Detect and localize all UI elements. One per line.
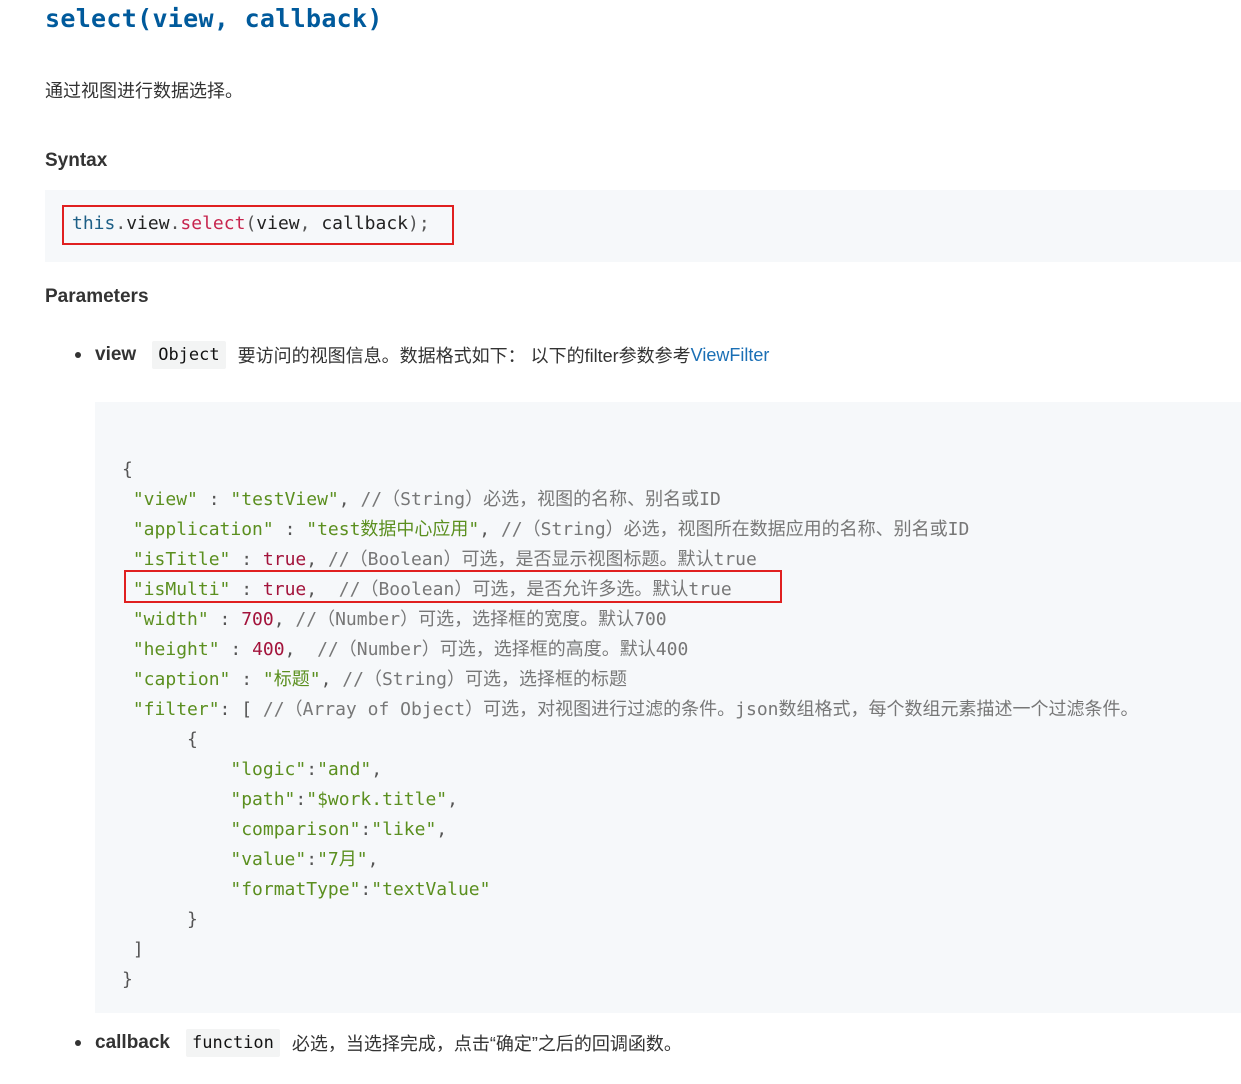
code-line: "logic":"and", — [230, 759, 383, 780]
method-description: 通过视图进行数据选择。 — [45, 81, 243, 101]
code-line: "value":"7月", — [230, 849, 379, 870]
code-line: { — [187, 729, 198, 750]
param-name: callback — [95, 1032, 170, 1053]
page-title: select(view, callback) — [45, 4, 383, 33]
ismulti-highlight-box — [124, 570, 782, 603]
param-view: view Object 要访问的视图信息。数据格式如下： 以下的filter参数… — [75, 337, 769, 373]
code-line: "comparison":"like", — [230, 819, 448, 840]
code-line: "isTitle" : true, //（Boolean）可选，是否显示视图标题… — [132, 549, 757, 570]
code-brace: } — [122, 969, 133, 990]
param-type: Object — [152, 341, 226, 369]
code-line: "application" : "test数据中心应用", //（String）… — [132, 519, 970, 540]
viewfilter-link[interactable]: ViewFilter — [691, 345, 770, 366]
code-line: "caption" : "标题", //（String）可选，选择框的标题 — [132, 669, 627, 690]
syntax-highlight-box — [62, 205, 454, 245]
param-type: function — [186, 1029, 280, 1057]
code-line: "view" : "testView", //（String）必选，视图的名称、… — [132, 489, 721, 510]
code-line: "filter": [ //（Array of Object）可选，对视图进行过… — [132, 699, 1139, 720]
syntax-heading: Syntax — [45, 150, 108, 171]
code-brace: { — [122, 459, 133, 480]
code-line: "height" : 400, //（Number）可选，选择框的高度。默认40… — [132, 639, 689, 660]
code-content: { "view" : "testView", //（String）必选，视图的名… — [122, 455, 1139, 995]
code-line: } — [187, 909, 198, 930]
param-description: 要访问的视图信息。数据格式如下： 以下的filter参数参考 — [237, 346, 691, 366]
code-line: "formatType":"textValue" — [230, 879, 491, 900]
code-line: "path":"$work.title", — [230, 789, 458, 810]
param-callback: callback function 必选，当选择完成，点击“确定”之后的回调函数… — [75, 1025, 682, 1061]
param-description: 必选，当选择完成，点击“确定”之后的回调函数。 — [291, 1034, 682, 1054]
code-line: "width" : 700, //（Number）可选，选择框的宽度。默认700 — [132, 609, 667, 630]
parameters-heading: Parameters — [45, 286, 149, 307]
code-line: ] — [132, 939, 144, 960]
bullet-icon — [75, 352, 81, 358]
bullet-icon — [75, 1040, 81, 1046]
param-name: view — [95, 344, 137, 365]
